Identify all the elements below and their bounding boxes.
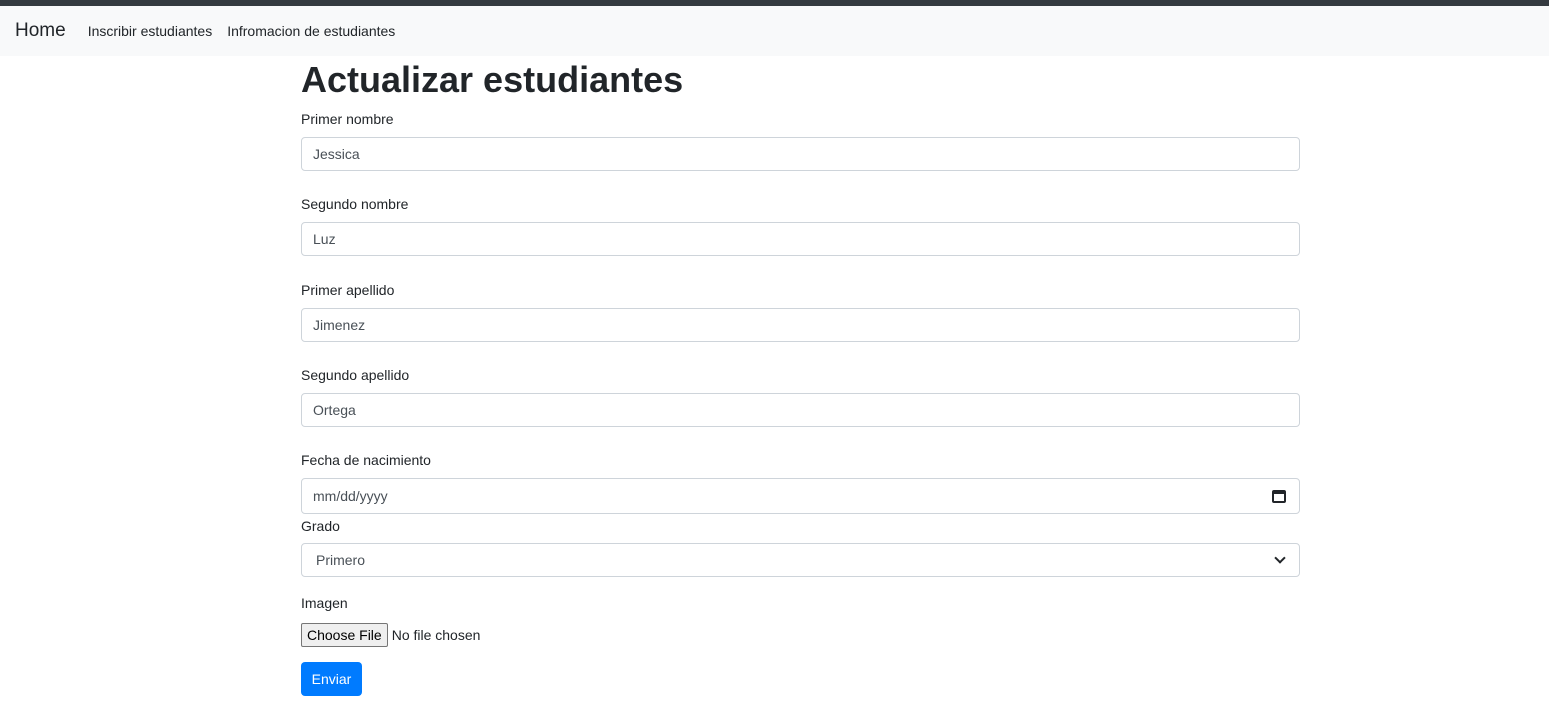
fecha-nacimiento-placeholder: mm/dd/yyyy [313, 488, 388, 504]
field-group-primer-apellido: Primer apellido Jimenez [301, 281, 1300, 342]
segundo-nombre-label: Segundo nombre [301, 196, 409, 212]
imagen-file-input: Choose File No file chosen [301, 623, 1300, 647]
choose-file-button[interactable]: Choose File [301, 623, 388, 647]
fecha-nacimiento-input[interactable]: mm/dd/yyyy [301, 478, 1300, 514]
primer-apellido-value: Jimenez [313, 317, 366, 333]
segundo-apellido-label: Segundo apellido [301, 367, 410, 383]
page-title: Actualizar estudiantes [301, 59, 684, 100]
chevron-down-icon [1274, 552, 1286, 564]
field-group-segundo-apellido: Segundo apellido Ortega [301, 366, 1300, 427]
enviar-button[interactable]: Enviar [301, 662, 362, 696]
nav-link-inscribir[interactable]: Inscribir estudiantes [88, 23, 213, 39]
home-link[interactable]: Home [15, 20, 66, 42]
segundo-apellido-input[interactable]: Ortega [301, 393, 1300, 427]
primer-apellido-input[interactable]: Jimenez [301, 308, 1300, 342]
field-group-primer-nombre: Primer nombre Jessica [301, 110, 1300, 171]
segundo-nombre-value: Luz [313, 231, 336, 247]
grado-selected-value: Primero [316, 552, 366, 568]
primer-nombre-input[interactable]: Jessica [301, 137, 1300, 171]
imagen-label: Imagen [301, 595, 348, 611]
calendar-icon[interactable] [1272, 489, 1286, 503]
file-status: No file chosen [391, 627, 481, 643]
submit-row: Enviar [301, 662, 1300, 696]
field-group-imagen: Imagen Choose File No file chosen [301, 594, 1300, 647]
form-container: Actualizar estudiantes Primer nombre Jes… [301, 56, 1300, 696]
field-group-segundo-nombre: Segundo nombre Luz [301, 195, 1300, 256]
grado-label: Grado [301, 518, 340, 534]
segundo-apellido-value: Ortega [313, 402, 356, 418]
grado-select[interactable]: Primero [301, 543, 1300, 577]
segundo-nombre-input[interactable]: Luz [301, 222, 1300, 256]
primer-nombre-label: Primer nombre [301, 111, 394, 127]
primer-nombre-value: Jessica [313, 146, 360, 162]
fecha-nacimiento-label: Fecha de nacimiento [301, 452, 431, 468]
field-group-grado: Grado Primero [301, 517, 1300, 577]
field-group-fecha-nacimiento: Fecha de nacimiento mm/dd/yyyy [301, 451, 1300, 514]
primer-apellido-label: Primer apellido [301, 282, 395, 298]
nav-link-informacion[interactable]: Infromacion de estudiantes [227, 23, 395, 39]
navbar: Home Inscribir estudiantes Infromacion d… [0, 6, 1549, 56]
